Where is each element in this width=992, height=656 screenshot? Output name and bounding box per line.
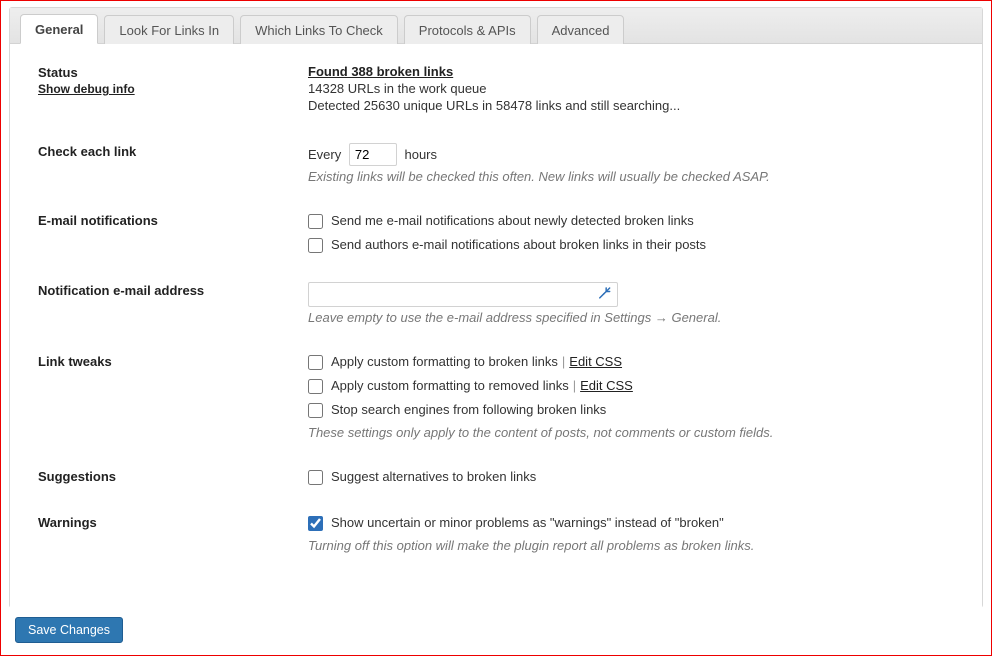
tab-protocols-apis[interactable]: Protocols & APIs [404, 15, 531, 44]
notify-authors-checkbox[interactable] [308, 238, 323, 253]
show-warnings-label: Show uncertain or minor problems as "war… [331, 514, 724, 532]
tab-advanced[interactable]: Advanced [537, 15, 625, 44]
noindex-broken-label: Stop search engines from following broke… [331, 401, 606, 419]
show-warnings-checkbox[interactable] [308, 516, 323, 531]
status-label: Status [38, 65, 78, 80]
status-detected-line: Detected 25630 unique URLs in 58478 link… [308, 98, 954, 113]
check-each-prefix: Every [308, 147, 341, 162]
notification-email-hint: Leave empty to use the e-mail address sp… [308, 310, 954, 325]
suggest-alternatives-checkbox[interactable] [308, 470, 323, 485]
tab-general[interactable]: General [20, 14, 98, 44]
check-each-suffix: hours [404, 147, 437, 162]
check-each-link-label: Check each link [38, 143, 308, 159]
format-broken-label: Apply custom formatting to broken links [331, 353, 558, 371]
suggest-alternatives-label: Suggest alternatives to broken links [331, 468, 536, 486]
settings-panel: General Look For Links In Which Links To… [9, 7, 983, 608]
warnings-hint: Turning off this option will make the pl… [308, 538, 954, 553]
suggestions-label: Suggestions [38, 468, 308, 484]
format-removed-checkbox[interactable] [308, 379, 323, 394]
status-queue-line: 14328 URLs in the work queue [308, 81, 954, 96]
found-broken-links-link[interactable]: Found 388 broken links [308, 64, 453, 79]
noindex-broken-checkbox[interactable] [308, 403, 323, 418]
edit-css-removed-link[interactable]: Edit CSS [580, 377, 633, 395]
check-each-hint: Existing links will be checked this ofte… [308, 169, 954, 184]
tab-which-links[interactable]: Which Links To Check [240, 15, 398, 44]
link-tweaks-hint: These settings only apply to the content… [308, 425, 954, 440]
notify-me-label: Send me e-mail notifications about newly… [331, 212, 694, 230]
show-debug-info-link[interactable]: Show debug info [38, 82, 308, 96]
divider: | [562, 353, 565, 371]
email-notifications-label: E-mail notifications [38, 212, 308, 228]
format-broken-checkbox[interactable] [308, 355, 323, 370]
divider: | [573, 377, 576, 395]
tabs-bar: General Look For Links In Which Links To… [10, 8, 982, 44]
save-changes-button[interactable]: Save Changes [15, 617, 123, 643]
warnings-label: Warnings [38, 514, 308, 530]
edit-css-broken-link[interactable]: Edit CSS [569, 353, 622, 371]
tab-body-general: Status Show debug info Found 388 broken … [10, 44, 982, 608]
notify-authors-label: Send authors e-mail notifications about … [331, 236, 706, 254]
format-removed-label: Apply custom formatting to removed links [331, 377, 569, 395]
notify-me-checkbox[interactable] [308, 214, 323, 229]
notification-email-label: Notification e-mail address [38, 282, 308, 298]
tab-look-for-links[interactable]: Look For Links In [104, 15, 234, 44]
notification-email-input[interactable] [308, 282, 618, 307]
check-interval-input[interactable] [349, 143, 397, 166]
link-tweaks-label: Link tweaks [38, 353, 308, 369]
